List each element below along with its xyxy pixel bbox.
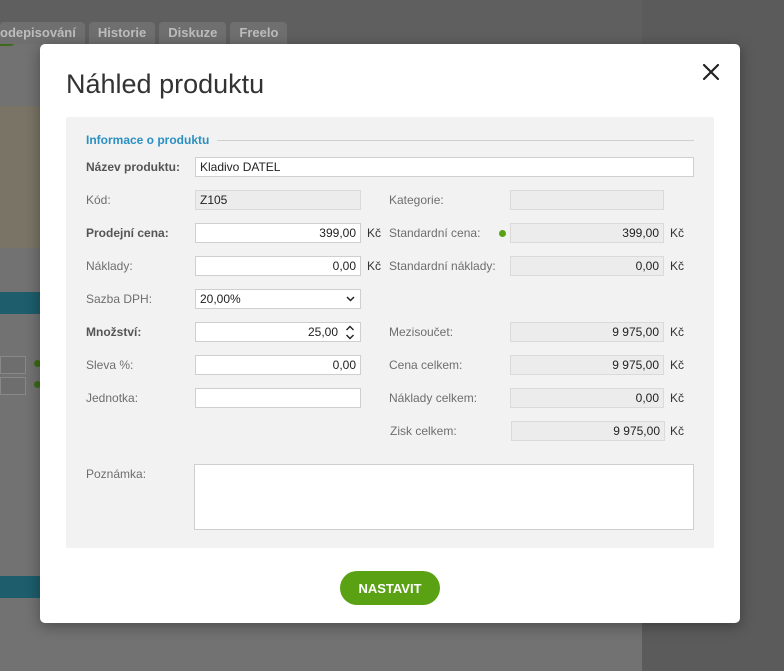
quantity-label: Množství:	[86, 325, 142, 339]
total-profit-label: Zisk celkem:	[390, 424, 457, 438]
quantity-value: 25,00	[307, 325, 338, 339]
background-tab: odepisování	[0, 22, 85, 44]
currency-unit: Kč	[670, 358, 685, 372]
product-name-label: Název produktu:	[86, 160, 181, 174]
currency-unit: Kč	[367, 226, 382, 240]
total-profit-field: 9 975,00	[511, 421, 665, 441]
subtotal-label: Mezisoučet:	[389, 325, 454, 339]
dialog-title: Náhled produktu	[66, 69, 265, 99]
background-input	[0, 356, 26, 374]
costs-label: Náklady:	[86, 259, 133, 273]
close-icon[interactable]	[700, 61, 722, 83]
background-input	[0, 377, 26, 395]
sale-price-input[interactable]: 399,00	[195, 223, 361, 243]
status-dot-icon	[499, 230, 506, 237]
background-tabs: odepisování Historie Diskuze Freelo	[0, 22, 288, 44]
background-tab: Freelo	[230, 22, 288, 44]
standard-costs-label: Standardní náklady:	[389, 259, 496, 273]
total-costs-field: 0,00	[510, 388, 664, 408]
background-tab: Historie	[88, 22, 156, 44]
unit-label: Jednotka:	[86, 391, 139, 405]
category-field	[510, 190, 664, 210]
standard-costs-field: 0,00	[510, 256, 664, 276]
vat-rate-select[interactable]: 20,00%	[195, 289, 361, 309]
subtotal-field: 9 975,00	[510, 322, 664, 342]
quantity-stepper[interactable]: 25,00	[195, 322, 361, 342]
vat-rate-label: Sazba DPH:	[86, 292, 153, 306]
product-preview-dialog: Náhled produktu Informace o produktu Náz…	[40, 44, 740, 623]
background-bar	[0, 292, 40, 314]
total-costs-label: Náklady celkem:	[389, 391, 478, 405]
currency-unit: Kč	[367, 259, 382, 273]
product-info-panel: Informace o produktu Název produktu: Kla…	[66, 117, 714, 548]
category-label: Kategorie:	[389, 193, 444, 207]
note-label: Poznámka:	[86, 467, 147, 481]
discount-label: Sleva %:	[86, 358, 134, 372]
background-block	[0, 106, 40, 248]
currency-unit: Kč	[670, 325, 685, 339]
total-price-label: Cena celkem:	[389, 358, 463, 372]
chevron-down-icon	[346, 296, 355, 302]
sale-price-label: Prodejní cena:	[86, 226, 169, 240]
currency-unit: Kč	[670, 226, 685, 240]
stepper-arrows-icon[interactable]	[345, 324, 355, 341]
note-textarea[interactable]	[194, 464, 694, 530]
vat-rate-value: 20,00%	[200, 292, 241, 306]
costs-input[interactable]: 0,00	[195, 256, 361, 276]
currency-unit: Kč	[670, 424, 685, 438]
background-tab: Diskuze	[159, 22, 227, 44]
standard-price-label: Standardní cena:	[389, 226, 481, 240]
background-bar	[0, 576, 40, 598]
section-divider	[217, 139, 694, 141]
section-title: Informace o produktu	[86, 133, 210, 147]
currency-unit: Kč	[670, 391, 685, 405]
total-price-field: 9 975,00	[510, 355, 664, 375]
code-label: Kód:	[86, 193, 111, 207]
unit-input[interactable]	[195, 388, 361, 408]
code-field: Z105	[195, 190, 361, 210]
product-name-input[interactable]: Kladivo DATEL	[195, 157, 694, 177]
section-header: Informace o produktu	[86, 132, 694, 148]
discount-input[interactable]: 0,00	[195, 355, 361, 375]
currency-unit: Kč	[670, 259, 685, 273]
set-button[interactable]: NASTAVIT	[340, 571, 440, 605]
standard-price-field: 399,00	[510, 223, 664, 243]
